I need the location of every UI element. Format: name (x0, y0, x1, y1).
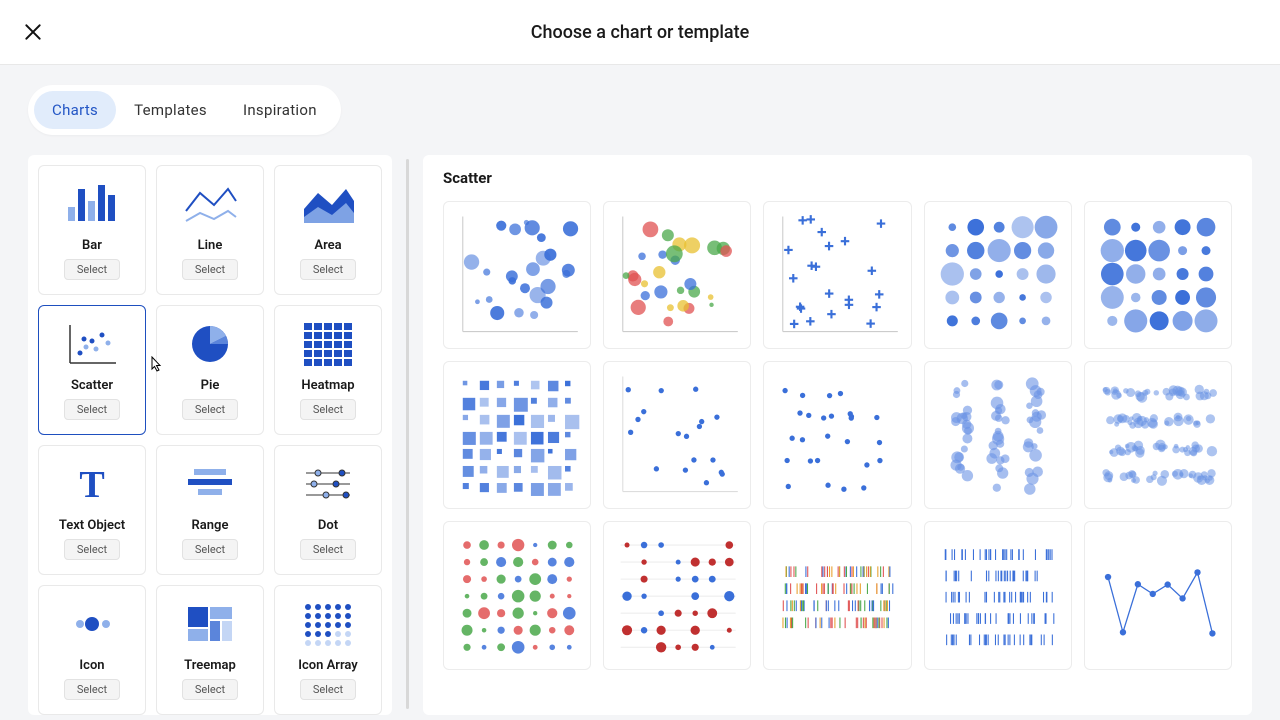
preview-scatter-4[interactable] (924, 201, 1072, 349)
select-button[interactable]: Select (64, 539, 120, 560)
chart-type-treemap[interactable]: Treemap Select (156, 585, 264, 715)
select-button[interactable]: Select (64, 399, 120, 420)
chart-type-label: Icon Array (298, 658, 358, 673)
icon-icon (62, 596, 122, 652)
content-row: Bar Select Line Select Area Select Scatt… (28, 155, 1252, 715)
chart-type-scatter[interactable]: Scatter Select (38, 305, 146, 435)
line-icon (180, 176, 240, 232)
chart-type-label: Pie (201, 378, 220, 393)
preview-scatter-13[interactable] (763, 521, 911, 669)
chart-type-label: Dot (318, 518, 338, 533)
preview-scatter-2[interactable] (603, 201, 751, 349)
svg-text:T: T (79, 464, 104, 506)
chart-type-range[interactable]: Range Select (156, 445, 264, 575)
preview-scatter-11[interactable] (443, 521, 591, 669)
scatter-icon (62, 316, 122, 372)
tab-templates[interactable]: Templates (116, 91, 225, 129)
preview-scatter-7[interactable] (603, 361, 751, 509)
treemap-icon (180, 596, 240, 652)
select-button[interactable]: Select (182, 259, 238, 280)
preview-scatter-3[interactable] (763, 201, 911, 349)
iconarray-icon (298, 596, 358, 652)
chart-type-line[interactable]: Line Select (156, 165, 264, 295)
preview-scatter-8[interactable] (763, 361, 911, 509)
select-button[interactable]: Select (182, 399, 238, 420)
chart-type-icon[interactable]: Icon Select (38, 585, 146, 715)
dot-icon (298, 456, 358, 512)
preview-scatter-12[interactable] (603, 521, 751, 669)
close-button[interactable] (18, 17, 48, 47)
select-button[interactable]: Select (182, 539, 238, 560)
chart-type-dot[interactable]: Dot Select (274, 445, 382, 575)
select-button[interactable]: Select (300, 679, 356, 700)
heatmap-icon (298, 316, 358, 372)
chart-type-label: Treemap (184, 658, 236, 673)
pie-icon (180, 316, 240, 372)
chart-type-label: Text Object (59, 518, 125, 533)
chart-type-pie[interactable]: Pie Select (156, 305, 264, 435)
close-icon (23, 22, 43, 42)
preview-scatter-10[interactable] (1084, 361, 1232, 509)
area-icon (298, 176, 358, 232)
tab-bar: Charts Templates Inspiration (28, 65, 1252, 155)
chart-type-bar[interactable]: Bar Select (38, 165, 146, 295)
tab-inspiration[interactable]: Inspiration (225, 91, 335, 129)
panel-divider (406, 159, 409, 709)
chart-type-area[interactable]: Area Select (274, 165, 382, 295)
modal-body: Charts Templates Inspiration Bar Select … (0, 65, 1280, 720)
chart-type-label: Scatter (71, 378, 113, 393)
modal-title: Choose a chart or template (531, 22, 750, 43)
chart-type-heatmap[interactable]: Heatmap Select (274, 305, 382, 435)
preview-scatter-15[interactable] (1084, 521, 1232, 669)
chart-type-iconarray[interactable]: Icon Array Select (274, 585, 382, 715)
modal-header: Choose a chart or template (0, 0, 1280, 65)
preview-scatter-1[interactable] (443, 201, 591, 349)
chart-type-label: Icon (79, 658, 104, 673)
chart-type-label: Range (192, 518, 229, 533)
select-button[interactable]: Select (64, 259, 120, 280)
chart-type-label: Heatmap (301, 378, 354, 393)
chart-type-label: Bar (82, 238, 102, 253)
chart-type-text[interactable]: T Text Object Select (38, 445, 146, 575)
preview-scatter-6[interactable] (443, 361, 591, 509)
preview-panel: Scatter (423, 155, 1252, 715)
preview-scatter-14[interactable] (924, 521, 1072, 669)
select-button[interactable]: Select (300, 259, 356, 280)
preview-title: Scatter (443, 169, 1232, 187)
tab-charts[interactable]: Charts (34, 91, 116, 129)
range-icon (180, 456, 240, 512)
text-icon: T (62, 456, 122, 512)
tab-pill: Charts Templates Inspiration (28, 85, 341, 135)
select-button[interactable]: Select (182, 679, 238, 700)
select-button[interactable]: Select (300, 399, 356, 420)
select-button[interactable]: Select (64, 679, 120, 700)
chart-type-panel: Bar Select Line Select Area Select Scatt… (28, 155, 392, 715)
chart-type-label: Line (198, 238, 223, 253)
bar-icon (62, 176, 122, 232)
chart-type-label: Area (314, 238, 341, 253)
preview-scatter-5[interactable] (1084, 201, 1232, 349)
select-button[interactable]: Select (300, 539, 356, 560)
preview-scatter-9[interactable] (924, 361, 1072, 509)
